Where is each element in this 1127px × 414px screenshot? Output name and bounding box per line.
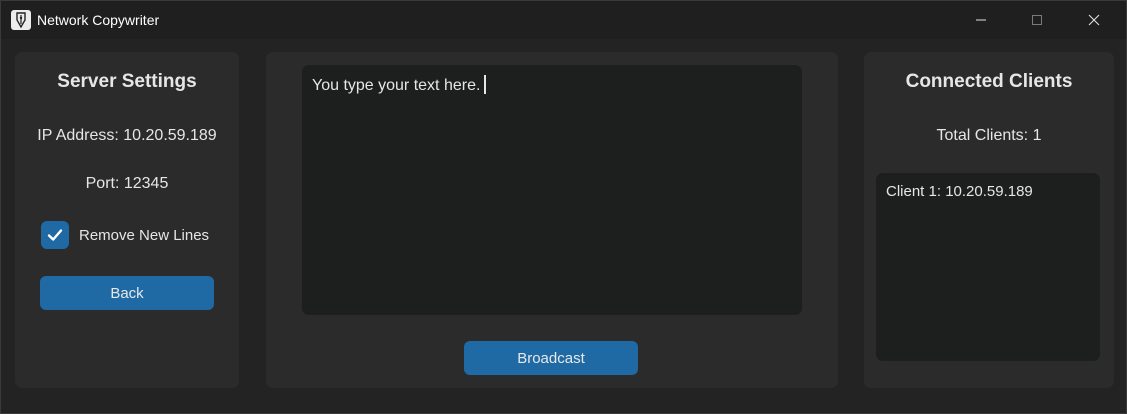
ip-address-label: IP Address: 10.20.59.189 xyxy=(37,127,217,144)
remove-new-lines-option[interactable]: Remove New Lines xyxy=(41,220,209,250)
broadcast-button[interactable]: Broadcast xyxy=(464,341,638,375)
text-caret xyxy=(484,75,486,94)
quill-icon xyxy=(11,10,31,30)
maximize-icon xyxy=(1032,15,1042,25)
server-settings-heading: Server Settings xyxy=(57,71,197,92)
close-icon xyxy=(1088,14,1100,26)
total-clients-label: Total Clients: 1 xyxy=(936,127,1042,144)
minimize-icon xyxy=(976,19,986,21)
remove-new-lines-checkbox[interactable] xyxy=(41,221,69,249)
port-label: Port: 12345 xyxy=(85,175,169,192)
connected-clients-heading: Connected Clients xyxy=(905,71,1073,92)
back-button[interactable]: Back xyxy=(40,276,214,310)
window-title: Network Copywriter xyxy=(37,12,160,28)
connected-clients-panel: Connected Clients Total Clients: 1 Clien… xyxy=(864,52,1114,388)
close-button[interactable] xyxy=(1071,1,1117,39)
message-textbox[interactable]: You type your text here. xyxy=(302,65,802,315)
checkmark-icon xyxy=(47,229,63,241)
message-text: You type your text here. xyxy=(312,77,481,94)
maximize-button[interactable] xyxy=(1014,1,1060,39)
client-list[interactable]: Client 1: 10.20.59.189 xyxy=(876,173,1100,361)
remove-new-lines-label[interactable]: Remove New Lines xyxy=(79,227,209,244)
title-bar[interactable]: Network Copywriter xyxy=(1,1,1126,39)
app-window: Network Copywriter Server Settings IP Ad… xyxy=(0,0,1127,414)
server-settings-panel: Server Settings IP Address: 10.20.59.189… xyxy=(15,52,239,388)
minimize-button[interactable] xyxy=(958,1,1004,39)
list-item[interactable]: Client 1: 10.20.59.189 xyxy=(886,183,1090,201)
editor-panel: You type your text here. Broadcast xyxy=(266,52,838,388)
